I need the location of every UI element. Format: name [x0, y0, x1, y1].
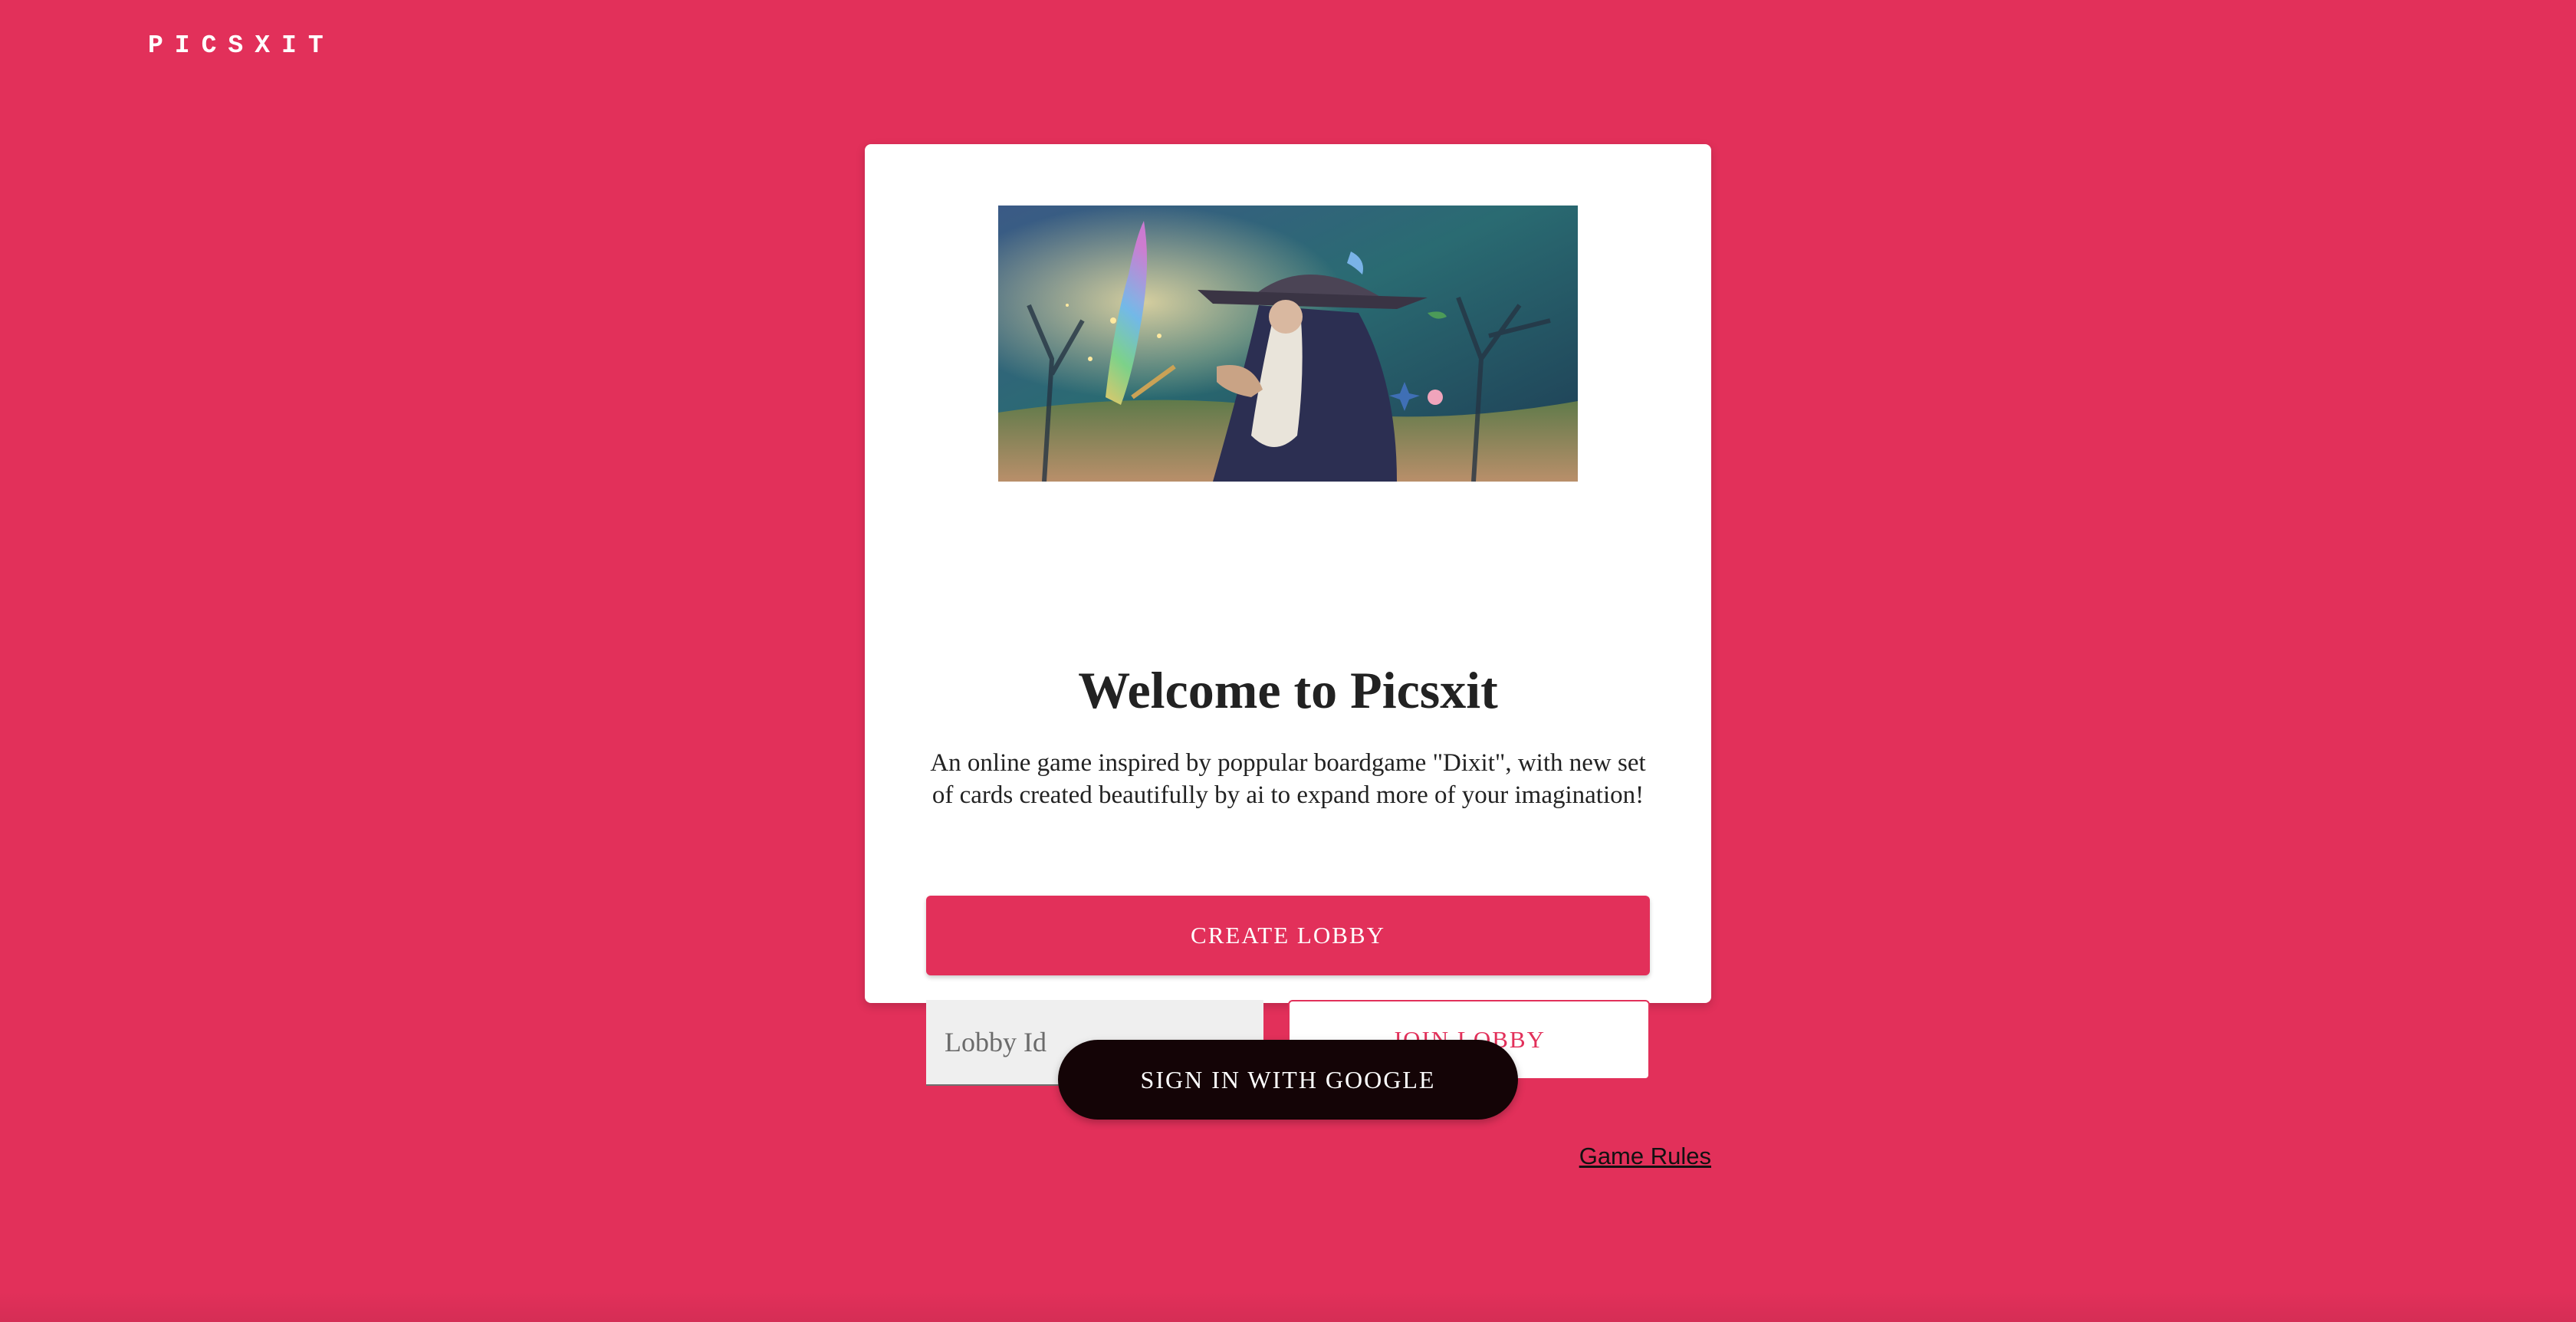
wizard-illustration — [998, 206, 1578, 482]
brand-logo[interactable]: PICSXIT — [148, 31, 335, 61]
hero-image — [998, 206, 1578, 482]
welcome-card: Welcome to Picsxit An online game inspir… — [865, 144, 1711, 1086]
game-rules-link[interactable]: Game Rules — [1533, 1143, 1711, 1170]
create-lobby-button[interactable]: CREATE LOBBY — [926, 896, 1650, 975]
page-title: Welcome to Picsxit — [1078, 661, 1498, 719]
google-sign-in-button[interactable]: SIGN IN WITH GOOGLE — [1058, 1040, 1518, 1120]
game-description: An online game inspired by poppular boar… — [930, 749, 1646, 809]
bottom-shadow — [0, 1291, 2576, 1322]
